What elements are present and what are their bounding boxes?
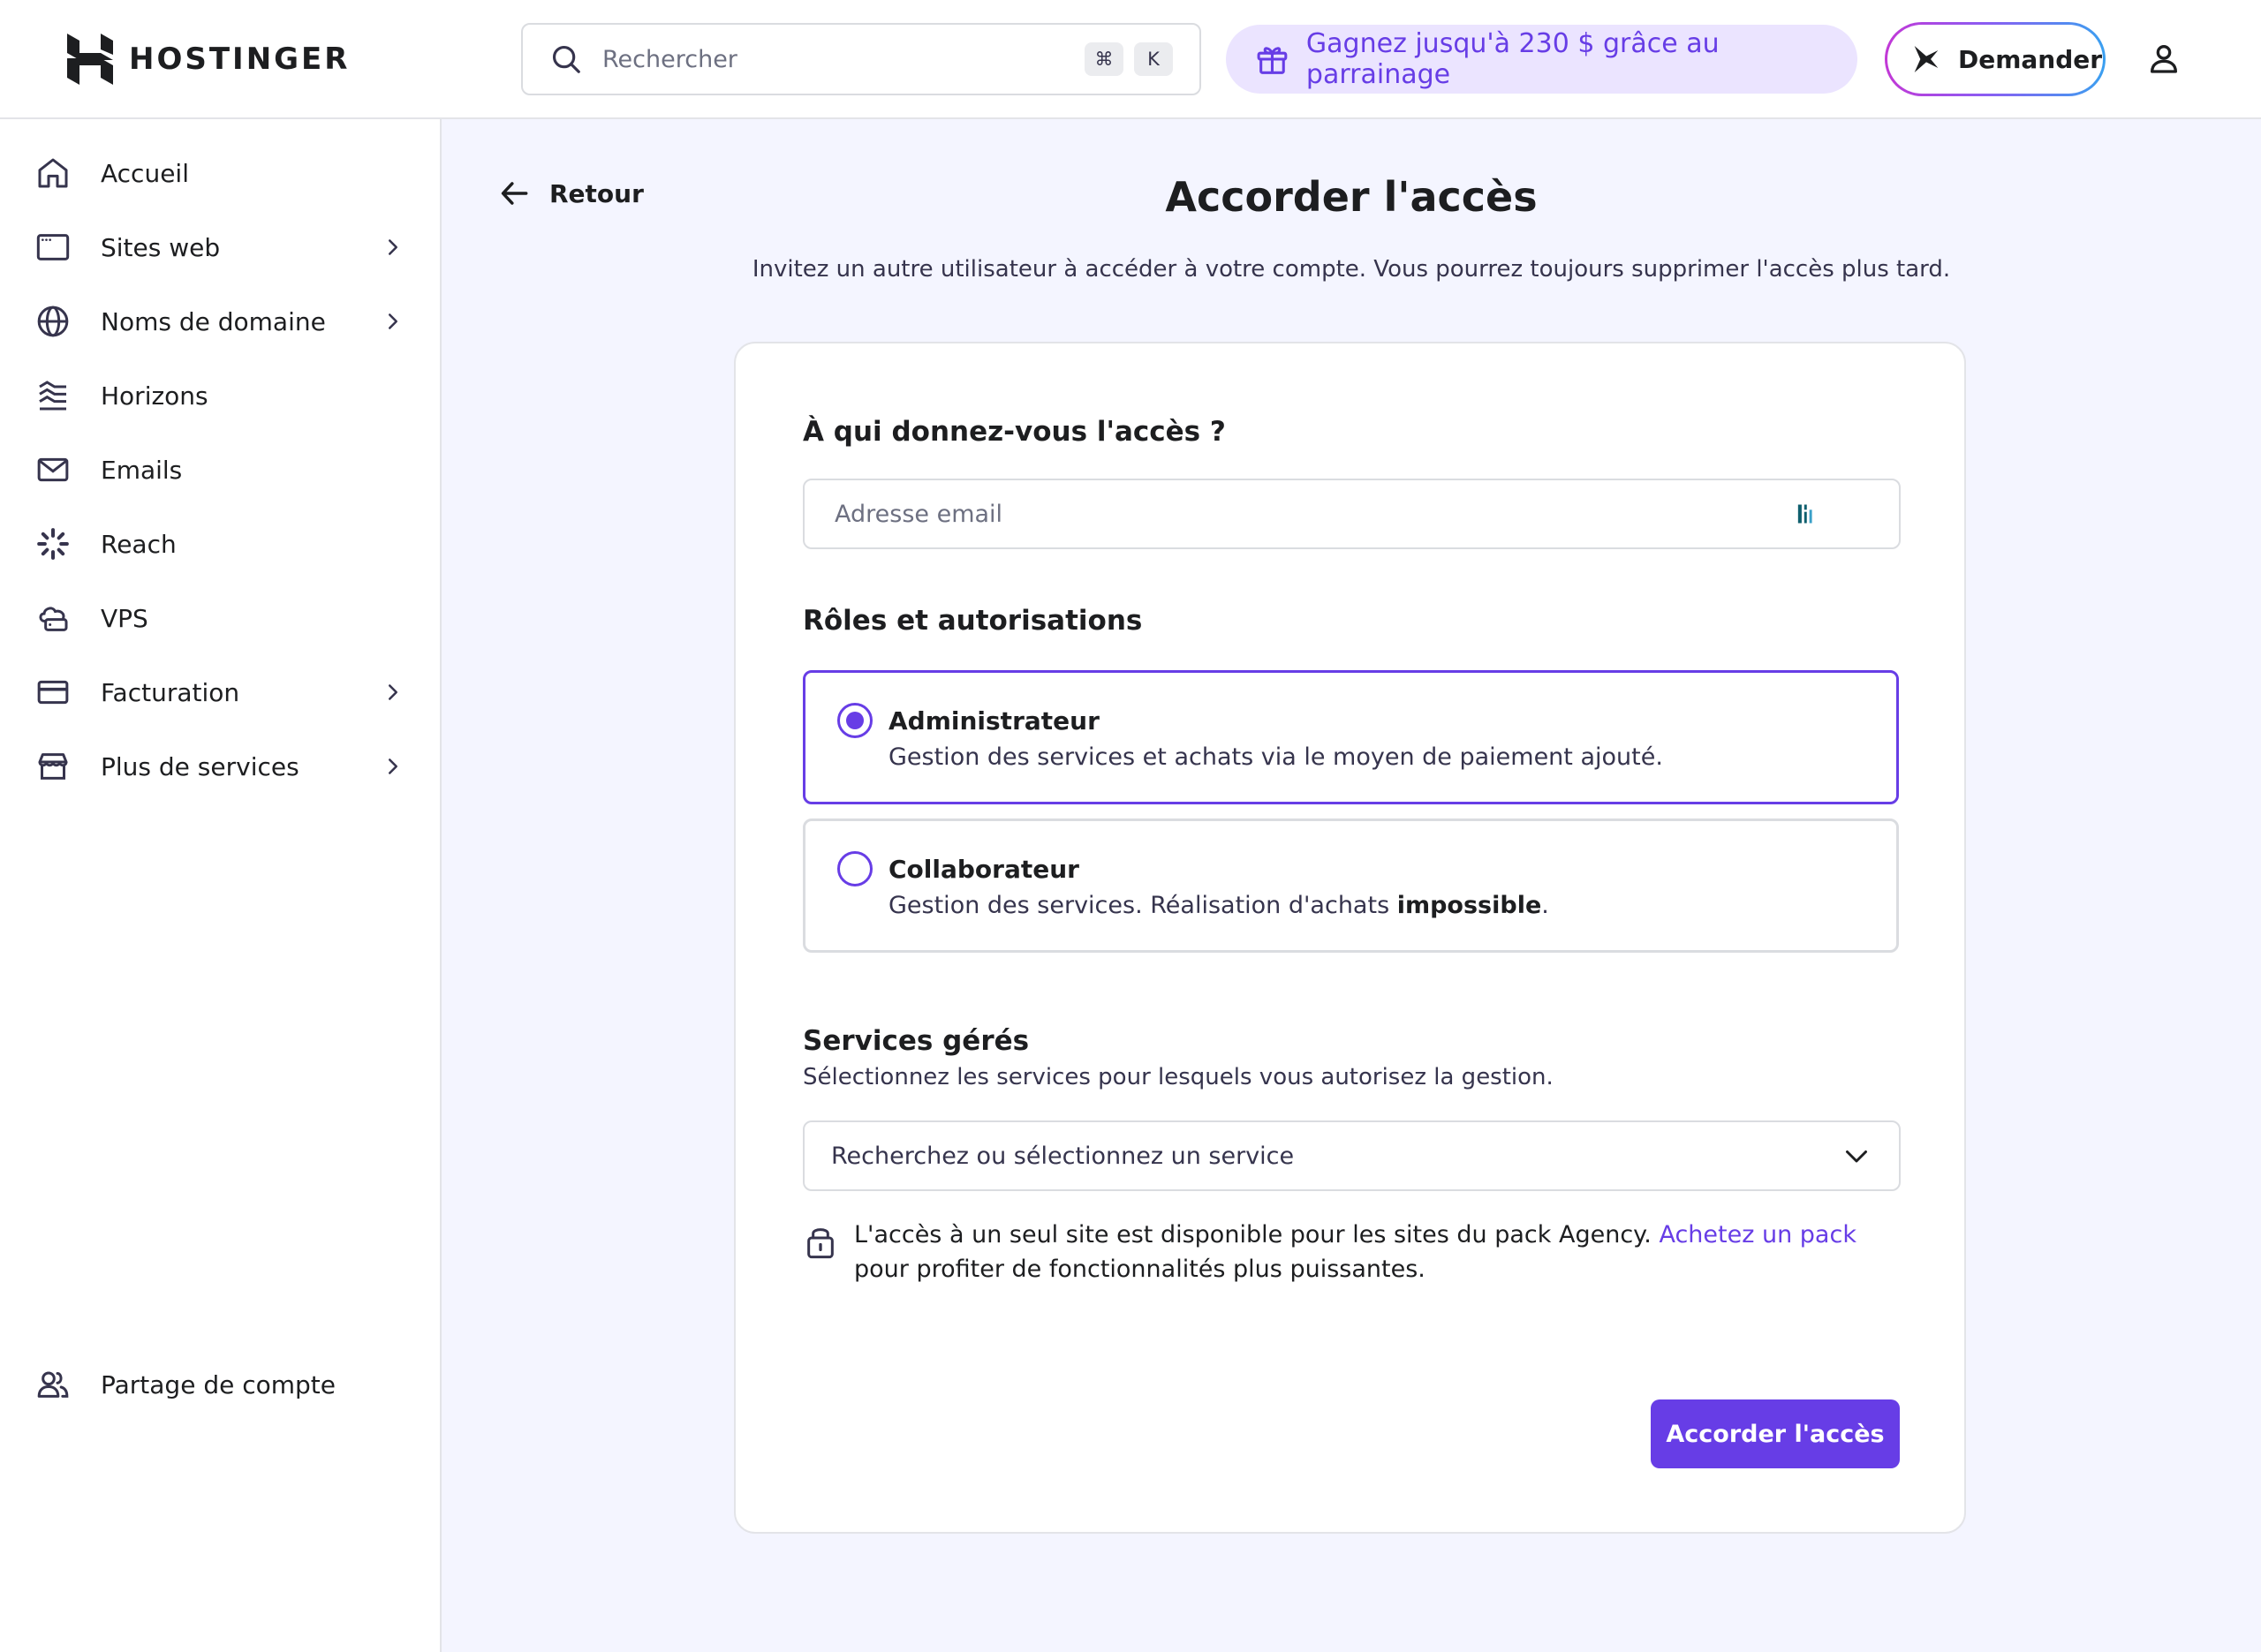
referral-promo-button[interactable]: Gagnez jusqu'à 230 $ grâce au parrainage: [1226, 25, 1857, 94]
email-placeholder: Adresse email: [835, 500, 1003, 528]
sidebar-item-noms-de-domaine[interactable]: Noms de domaine: [35, 290, 406, 352]
sidebar-item-label: Plus de services: [101, 751, 299, 781]
user-account-icon[interactable]: [2146, 41, 2182, 76]
search-box[interactable]: Rechercher ⌘ K: [521, 23, 1201, 95]
role-title: Collaborateur: [889, 855, 1079, 884]
horizons-icon: [35, 378, 71, 413]
arrow-left-icon: [501, 182, 528, 205]
chevron-right-icon: [389, 684, 397, 700]
sidebar-item-label: Sites web: [101, 232, 221, 262]
service-select[interactable]: Recherchez ou sélectionnez un service: [803, 1120, 1901, 1191]
role-option-collaborateur[interactable]: Collaborateur Gestion des services. Réal…: [803, 818, 1899, 953]
ask-button-label: Demander: [1958, 44, 2103, 74]
sidebar-item-partage-de-compte[interactable]: Partage de compte: [35, 1354, 406, 1415]
sidebar-item-plus-de-services[interactable]: Plus de services: [35, 735, 406, 797]
browser-window-icon: [35, 230, 71, 265]
brand-name: HOSTINGER: [129, 41, 351, 77]
mail-icon: [35, 452, 71, 487]
lock-icon: [807, 1228, 834, 1259]
chevron-right-icon: [389, 758, 397, 774]
back-label: Retour: [549, 178, 644, 208]
sidebar-item-sites-web[interactable]: Sites web: [35, 216, 406, 278]
hostinger-logo[interactable]: HOSTINGER: [67, 34, 350, 85]
sidebar-item-label: Facturation: [101, 677, 240, 707]
agency-note: L'accès à un seul site est disponible po…: [803, 1218, 1901, 1286]
search-placeholder: Rechercher: [602, 45, 737, 73]
sidebar-item-reach[interactable]: Reach: [35, 513, 406, 575]
sidebar-item-label: Horizons: [101, 381, 208, 411]
radio-administrateur[interactable]: [837, 703, 873, 738]
chevron-right-icon: [389, 239, 397, 255]
top-header: HOSTINGER Rechercher ⌘ K Gagnez jusqu'à …: [0, 0, 2261, 119]
role-description: Gestion des services et achats via le mo…: [889, 743, 1663, 771]
grant-access-button[interactable]: Accorder l'accès: [1651, 1399, 1900, 1468]
shortcut-key-cmd: ⌘: [1085, 42, 1123, 76]
role-title: Administrateur: [889, 706, 1100, 735]
page-subtitle: Invitez un autre utilisateur à accéder à…: [752, 256, 1951, 283]
reach-icon: [35, 526, 71, 562]
sidebar-item-label: Accueil: [101, 158, 189, 188]
sidebar-item-label: Emails: [101, 455, 183, 485]
roles-heading: Rôles et autorisations: [803, 605, 1143, 637]
role-description: Gestion des services. Réalisation d'acha…: [889, 892, 1549, 919]
role-option-administrateur[interactable]: Administrateur Gestion des services et a…: [803, 670, 1899, 804]
service-select-placeholder: Recherchez ou sélectionnez un service: [831, 1142, 1295, 1170]
search-icon: [552, 45, 580, 73]
ask-ai-button[interactable]: Demander: [1885, 22, 2106, 96]
ai-sparkle-icon: [1914, 46, 1939, 72]
email-field[interactable]: Adresse email: [803, 479, 1901, 549]
sidebar: Accueil Sites web Noms de domaine Horizo…: [0, 119, 442, 1652]
sidebar-item-accueil[interactable]: Accueil: [35, 142, 406, 204]
users-icon: [35, 1367, 71, 1402]
services-subheading: Sélectionnez les services pour lesquels …: [803, 1064, 1554, 1090]
cloud-server-icon: [35, 600, 71, 636]
promo-text: Gagnez jusqu'à 230 $ grâce au parrainage: [1305, 28, 1720, 90]
sidebar-item-label: VPS: [101, 603, 148, 633]
back-link[interactable]: Retour: [498, 177, 644, 210]
buy-pack-link[interactable]: Achetez un pack: [1659, 1221, 1856, 1248]
grant-access-card: À qui donnez-vous l'accès ? Adresse emai…: [734, 342, 1966, 1534]
services-heading: Services gérés: [803, 1025, 1030, 1057]
sidebar-item-label: Reach: [101, 529, 177, 559]
sidebar-item-emails[interactable]: Emails: [35, 439, 406, 501]
recipient-heading: À qui donnez-vous l'accès ?: [803, 416, 1226, 448]
chevron-right-icon: [389, 313, 397, 329]
sidebar-item-facturation[interactable]: Facturation: [35, 661, 406, 723]
hostinger-logo-icon: [67, 34, 113, 85]
shortcut-key-k: K: [1134, 42, 1173, 76]
page-title: Accorder l'accès: [1165, 173, 1538, 221]
chevron-down-icon: [1846, 1150, 1867, 1163]
radio-collaborateur[interactable]: [837, 851, 873, 886]
sidebar-item-label: Noms de domaine: [101, 306, 326, 336]
gift-icon: [1257, 47, 1288, 74]
home-icon: [35, 155, 71, 191]
note-text: L'accès à un seul site est disponible po…: [854, 1221, 1856, 1283]
password-manager-icon[interactable]: [1793, 502, 1818, 526]
sidebar-item-vps[interactable]: VPS: [35, 587, 406, 649]
sidebar-item-label: Partage de compte: [101, 1369, 337, 1399]
sidebar-item-horizons[interactable]: Horizons: [35, 365, 406, 426]
globe-icon: [35, 304, 71, 339]
credit-card-icon: [35, 675, 71, 710]
store-icon: [35, 749, 71, 784]
